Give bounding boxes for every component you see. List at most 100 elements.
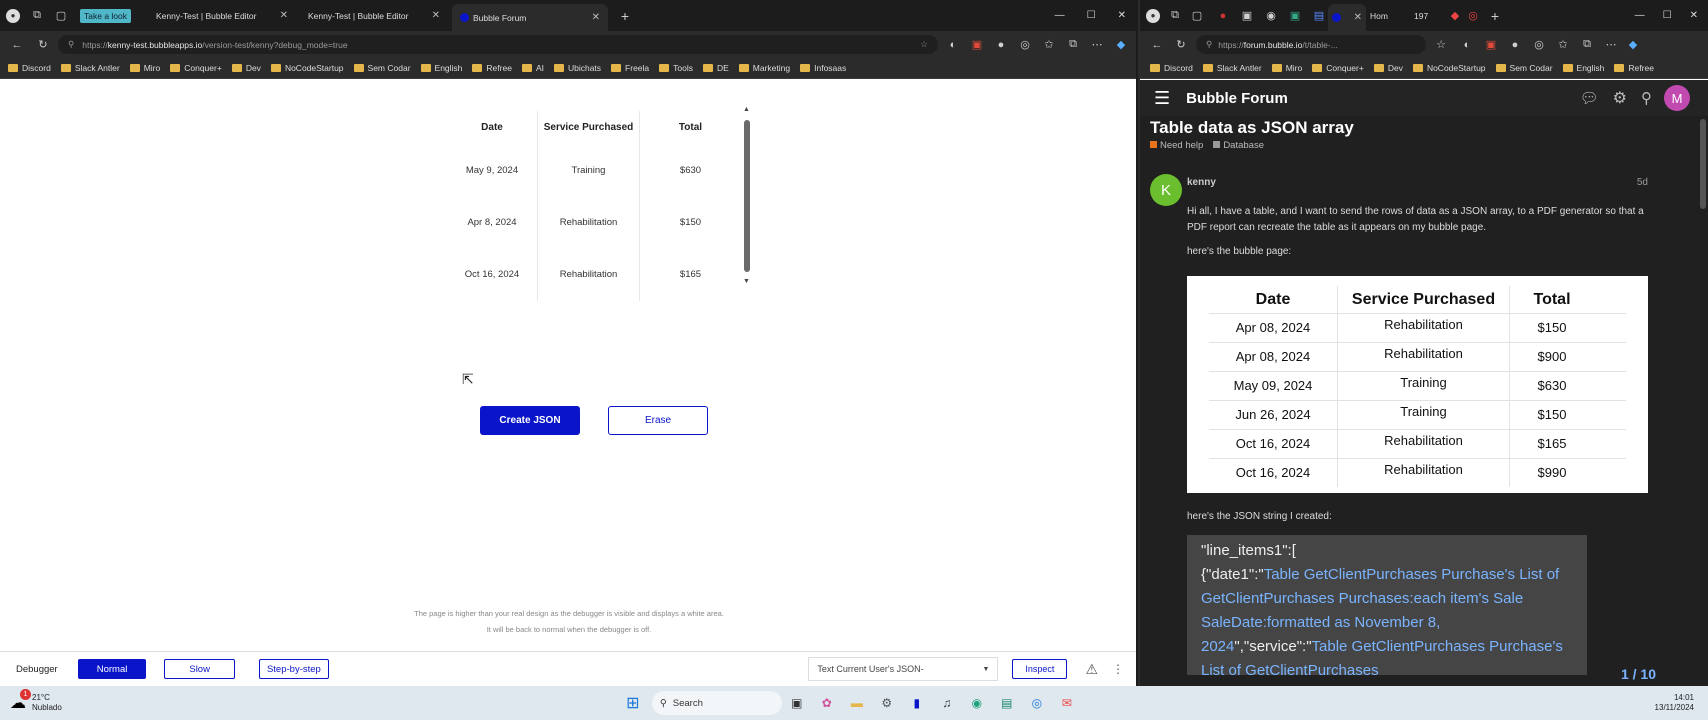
bubble-app-icon[interactable]: ▮ [906, 692, 928, 714]
bookmark-item[interactable]: English [1562, 63, 1604, 73]
chat-icon[interactable]: 💬︎ [1580, 89, 1599, 107]
favorite-star-icon[interactable]: ☆ [920, 39, 928, 50]
bookmark-item[interactable]: Dev [1373, 63, 1403, 73]
settings-icon[interactable]: ⚙ [876, 692, 898, 714]
profile-icon[interactable]: ● [1146, 8, 1160, 23]
erase-button[interactable]: Erase [608, 406, 708, 435]
extension-icon[interactable]: ● [1506, 36, 1524, 54]
profile-icon[interactable]: ● [6, 8, 20, 23]
category-need-help[interactable]: Need help [1150, 140, 1203, 151]
reload-icon[interactable]: ↻ [1172, 36, 1190, 54]
bookmark-item[interactable]: Ubichats [553, 63, 601, 73]
extension-icon[interactable]: ▣ [1482, 36, 1500, 54]
debug-mode-step[interactable]: Step-by-step [258, 659, 329, 679]
bookmark-item[interactable]: Dev [231, 63, 261, 73]
bookmark-item[interactable]: Discord [8, 63, 51, 73]
bookmark-item[interactable]: Conquer+ [1312, 63, 1364, 73]
bookmark-item[interactable]: Sem Codar [1495, 63, 1553, 73]
debugger-element-select[interactable]: Text Current User's JSON- ▼ [808, 657, 999, 681]
tab-bubble-forum-active[interactable]: ✕ [1328, 4, 1366, 31]
post-age[interactable]: 5d [1637, 177, 1648, 188]
debug-mode-normal[interactable]: Normal [77, 659, 147, 679]
file-explorer-icon[interactable]: ▬ [846, 692, 868, 714]
bookmark-item[interactable]: Slack Antler [60, 63, 120, 73]
chrome-icon[interactable]: ◎ [1026, 692, 1048, 714]
favorites-icon[interactable]: ✩ [1040, 36, 1058, 54]
topic-title[interactable]: Table data as JSON array [1150, 118, 1354, 138]
scroll-down-icon[interactable]: ▼ [743, 278, 750, 285]
favorites-icon[interactable]: ✩ [1554, 36, 1572, 54]
bookmark-item[interactable]: Marketing [738, 63, 790, 73]
create-json-button[interactable]: Create JSON [480, 406, 580, 435]
task-view-icon[interactable]: ▣ [786, 692, 808, 714]
tab-favicon[interactable]: ▣ [1286, 7, 1304, 25]
bookmark-item[interactable]: DE [702, 63, 729, 73]
search-icon[interactable]: ⚲ [1641, 89, 1652, 107]
tab-favicon[interactable]: ◆ [1446, 7, 1464, 25]
close-window-icon[interactable]: ✕ [1690, 10, 1698, 21]
favorite-star-icon[interactable]: ☆ [1432, 36, 1450, 54]
hamburger-menu-icon[interactable]: ☰ [1154, 88, 1170, 109]
menu-icon[interactable]: ⋯ [1602, 36, 1620, 54]
bookmark-item[interactable]: Miro [1271, 63, 1302, 73]
maximize-icon[interactable]: ☐ [1087, 10, 1096, 21]
author-avatar[interactable]: K [1150, 174, 1182, 206]
bookmark-item[interactable]: Discord [1150, 63, 1193, 73]
edge-icon[interactable]: ◉ [966, 692, 988, 714]
system-clock[interactable]: 14:01 13/11/2024 [1655, 693, 1694, 713]
minimize-icon[interactable]: — [1635, 10, 1645, 21]
debug-mode-slow[interactable]: Slow [164, 659, 235, 679]
bookmark-item[interactable]: Miro [129, 63, 160, 73]
weather-widget[interactable]: ☁ 1 21°C Nublado [10, 689, 62, 713]
inspect-button[interactable]: Inspect [1012, 659, 1068, 679]
category-database[interactable]: Database [1213, 140, 1264, 151]
maximize-icon[interactable]: ☐ [1663, 10, 1672, 21]
bookmark-item[interactable]: Sem Codar [353, 63, 411, 73]
mail-app-icon[interactable]: ✉ [1056, 692, 1078, 714]
extension-icon[interactable]: ● [992, 36, 1010, 54]
close-icon[interactable]: ✕ [432, 10, 440, 21]
more-options-icon[interactable]: ⋮ [1112, 662, 1124, 676]
taskbar-search[interactable]: ⚲ Search [651, 691, 782, 715]
back-icon[interactable]: ← [8, 36, 26, 54]
bookmark-item[interactable]: Refree [472, 63, 512, 73]
copilot-icon[interactable]: ◆ [1112, 36, 1130, 54]
new-tab-icon[interactable]: + [1486, 7, 1504, 25]
tab-favicon[interactable]: ● [1214, 7, 1232, 25]
extension-icon[interactable]: ◐ [944, 36, 962, 54]
post-pager[interactable]: 1 / 10 [1621, 666, 1656, 682]
author-name[interactable]: kenny [1187, 177, 1216, 188]
page-scrollbar[interactable] [1700, 119, 1706, 209]
url-field[interactable]: ⚲ https://forum.bubble.io/t/table-... [1196, 35, 1426, 54]
bookmark-item[interactable]: Conquer+ [170, 63, 222, 73]
tab-197[interactable]: 197 [1410, 4, 1446, 28]
bookmark-item[interactable]: NoCodeStartup [270, 63, 344, 73]
audio-app-icon[interactable]: ♫ [936, 692, 958, 714]
extension-icon[interactable]: ◐ [1458, 36, 1476, 54]
bookmark-item[interactable]: Slack Antler [1202, 63, 1262, 73]
forum-name[interactable]: Bubble Forum [1186, 90, 1288, 107]
bookmark-item[interactable]: Tools [659, 63, 693, 73]
extension-icon[interactable]: ▣ [968, 36, 986, 54]
extension-icon[interactable]: ◎ [1016, 36, 1034, 54]
tab-bubble-editor-2[interactable]: Kenny-Test | Bubble Editor ✕ [300, 4, 448, 28]
windows-start-icon[interactable]: ⊞ [622, 692, 644, 714]
close-icon[interactable]: ✕ [280, 10, 288, 21]
table-scrollbar[interactable]: ▲ ▼ [743, 106, 751, 286]
workspaces-icon[interactable]: ⧉ [28, 7, 46, 25]
extension-icon[interactable]: ◎ [1530, 36, 1548, 54]
close-window-icon[interactable]: ✕ [1118, 10, 1126, 21]
collections-icon[interactable]: ⧉ [1578, 36, 1596, 54]
tab-bubble-forum[interactable]: Bubble Forum ✕ [452, 4, 608, 31]
url-field[interactable]: ⚲ https://kenny-test.bubbleapps.io/versi… [58, 35, 938, 54]
tab-favicon[interactable]: ▤ [1310, 7, 1328, 25]
scroll-up-icon[interactable]: ▲ [743, 106, 750, 113]
tab-favicon[interactable]: ◎ [1464, 7, 1482, 25]
bookmark-item[interactable]: AI [521, 63, 544, 73]
site-info-icon[interactable]: ⚲ [1206, 39, 1212, 50]
new-tab-icon[interactable]: + [616, 7, 634, 25]
tab-actions-icon[interactable]: ▢ [52, 7, 70, 25]
tab-home[interactable]: Hom [1366, 4, 1410, 28]
minimize-icon[interactable]: — [1055, 10, 1065, 21]
tab-take-a-look[interactable]: Take a look [80, 4, 131, 28]
